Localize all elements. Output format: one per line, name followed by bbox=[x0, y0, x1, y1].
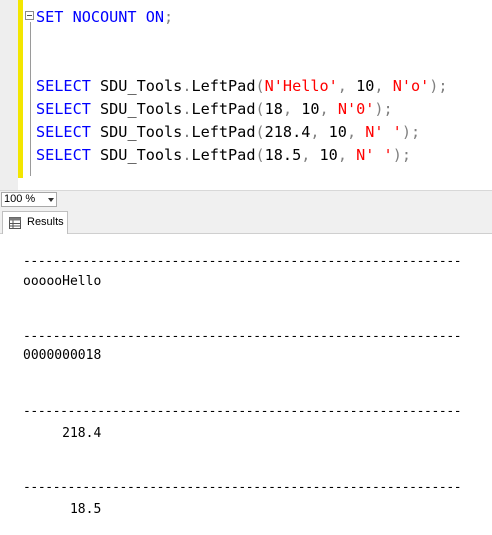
result-value[interactable]: oooooHello bbox=[23, 274, 101, 290]
code-token: SELECT bbox=[36, 77, 101, 95]
code-token: LeftPad bbox=[191, 77, 256, 95]
zoom-bar: 100 % bbox=[0, 190, 492, 208]
code-token: SELECT bbox=[36, 100, 101, 118]
code-token: N' ' bbox=[365, 123, 402, 141]
code-token: ( bbox=[255, 146, 265, 164]
chevron-down-icon[interactable] bbox=[48, 198, 54, 202]
zoom-dropdown[interactable]: 100 % bbox=[1, 192, 57, 207]
code-line[interactable]: SELECT SDU_Tools.LeftPad(N'Hello', 10, N… bbox=[36, 75, 448, 97]
code-token: SDU_Tools bbox=[100, 77, 183, 95]
code-line[interactable]: SELECT SDU_Tools.LeftPad(18.5, 10, N' ')… bbox=[36, 144, 411, 166]
code-token: ( bbox=[255, 100, 265, 118]
code-token: , bbox=[337, 146, 357, 164]
code-token: N'Hello' bbox=[264, 77, 338, 95]
code-token: ); bbox=[401, 123, 421, 141]
code-token: , bbox=[282, 100, 302, 118]
code-token: ( bbox=[255, 123, 265, 141]
code-token: N'0' bbox=[337, 100, 375, 118]
results-tab-strip: Results bbox=[0, 208, 492, 234]
change-tracking-bar bbox=[18, 0, 23, 178]
results-grid-icon bbox=[9, 217, 21, 229]
column-separator: ----------------------------------------… bbox=[23, 404, 462, 419]
column-separator: ----------------------------------------… bbox=[23, 480, 462, 495]
code-token: SELECT bbox=[36, 123, 101, 141]
code-token: 10 bbox=[301, 100, 320, 118]
code-token: ); bbox=[392, 146, 411, 164]
code-token: SET NOCOUNT ON bbox=[36, 8, 165, 26]
outline-guide bbox=[30, 22, 31, 176]
code-token: ); bbox=[374, 100, 393, 118]
code-token: LeftPad bbox=[191, 100, 256, 118]
code-token: , bbox=[374, 77, 393, 95]
zoom-value: 100 % bbox=[4, 193, 36, 205]
code-token: 18.5 bbox=[264, 146, 302, 164]
code-token: LeftPad bbox=[191, 123, 256, 141]
code-token: LeftPad bbox=[191, 146, 256, 164]
result-value[interactable]: 18.5 bbox=[23, 502, 101, 518]
results-pane[interactable]: ----------------------------------------… bbox=[0, 234, 492, 535]
code-token: SELECT bbox=[36, 146, 101, 164]
code-token: 10 bbox=[356, 77, 375, 95]
code-token: 218.4 bbox=[264, 123, 311, 141]
code-token: , bbox=[301, 146, 320, 164]
collapse-region-icon[interactable] bbox=[25, 11, 34, 20]
result-value[interactable]: 0000000018 bbox=[23, 348, 101, 364]
code-token: N'o' bbox=[392, 77, 430, 95]
result-value[interactable]: 218.4 bbox=[23, 426, 101, 442]
code-token: , bbox=[310, 123, 329, 141]
code-token: , bbox=[337, 77, 357, 95]
code-token: ( bbox=[255, 77, 265, 95]
column-separator: ----------------------------------------… bbox=[23, 329, 462, 344]
code-token: 18 bbox=[264, 100, 283, 118]
code-line[interactable]: SELECT SDU_Tools.LeftPad(218.4, 10, N' '… bbox=[36, 121, 420, 143]
code-token: SDU_Tools bbox=[100, 123, 183, 141]
query-editor[interactable]: SET NOCOUNT ON; SELECT SDU_Tools.LeftPad… bbox=[0, 0, 492, 190]
code-token: N' ' bbox=[356, 146, 393, 164]
code-token: 10 bbox=[328, 123, 347, 141]
code-token: ); bbox=[429, 77, 448, 95]
code-token: ; bbox=[164, 8, 174, 26]
code-line[interactable]: SET NOCOUNT ON; bbox=[36, 6, 173, 28]
tab-results-label: Results bbox=[27, 216, 64, 228]
code-line[interactable]: SELECT SDU_Tools.LeftPad(18, 10, N'0'); bbox=[36, 98, 393, 120]
code-token: , bbox=[319, 100, 338, 118]
code-token: 10 bbox=[319, 146, 338, 164]
editor-margin bbox=[0, 0, 18, 190]
code-token: SDU_Tools bbox=[100, 100, 183, 118]
code-token: , bbox=[346, 123, 366, 141]
column-separator: ----------------------------------------… bbox=[23, 254, 462, 269]
code-token: SDU_Tools bbox=[100, 146, 183, 164]
tab-results[interactable]: Results bbox=[2, 211, 68, 234]
